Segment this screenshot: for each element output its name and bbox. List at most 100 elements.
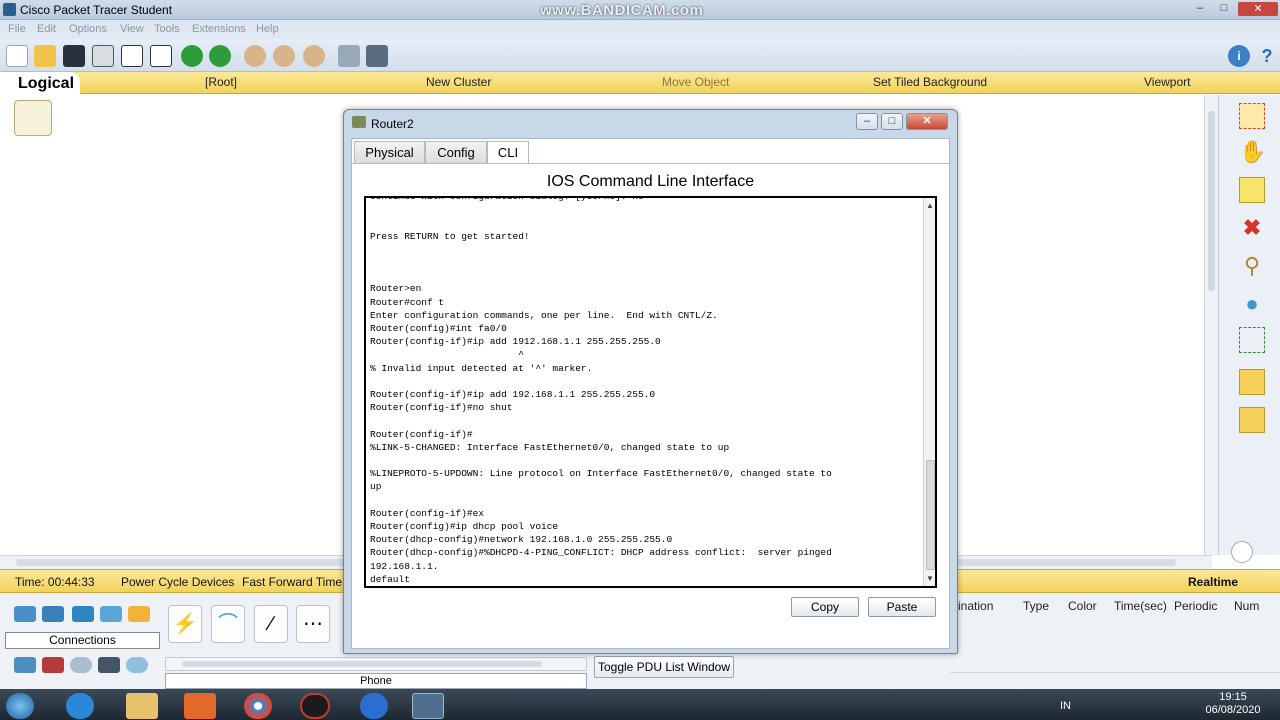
main-toolbar: i ? xyxy=(0,39,1280,72)
copy-button[interactable]: Copy xyxy=(791,597,859,617)
device-category-label: Connections xyxy=(5,632,160,649)
bandicam-icon[interactable] xyxy=(300,693,330,719)
draw-shape-icon[interactable]: ● xyxy=(1239,291,1265,317)
multiuser-connection-icon[interactable] xyxy=(126,657,148,673)
minimize-button[interactable]: – xyxy=(1188,2,1212,16)
workspace-vertical-scrollbar[interactable] xyxy=(1204,95,1218,555)
maximize-button[interactable]: □ xyxy=(1212,2,1236,16)
router-close-button[interactable]: ✕ xyxy=(906,113,948,130)
info-icon[interactable]: i xyxy=(1228,45,1250,67)
root-link[interactable]: [Root] xyxy=(205,75,237,89)
scroll-up-arrow-icon[interactable]: ▲ xyxy=(926,201,934,210)
connections-category-icon[interactable] xyxy=(128,606,150,622)
add-complex-pdu-icon[interactable] xyxy=(1239,407,1265,433)
activity-wizard-icon[interactable] xyxy=(121,45,143,67)
tab-cli[interactable]: CLI xyxy=(487,141,529,164)
tab-physical[interactable]: Physical xyxy=(354,141,425,164)
menu-view[interactable]: View xyxy=(120,23,144,35)
add-simple-pdu-icon[interactable] xyxy=(1239,369,1265,395)
close-button[interactable]: ✕ xyxy=(1238,2,1278,16)
hub-category-icon[interactable] xyxy=(72,606,94,622)
input-language[interactable]: IN xyxy=(1060,700,1071,712)
custom-made-devices-icon[interactable] xyxy=(98,657,120,673)
zoom-reset-icon[interactable] xyxy=(273,45,295,67)
straight-through-cable-icon[interactable]: ∕ xyxy=(254,605,288,643)
fast-forward-time-button[interactable]: Fast Forward Time xyxy=(242,575,342,589)
menu-file[interactable]: File xyxy=(8,23,26,35)
pdu-col-type: Type xyxy=(1023,599,1050,613)
set-tiled-background-button[interactable]: Set Tiled Background xyxy=(873,75,987,89)
hand-icon[interactable]: ✋ xyxy=(1239,139,1266,165)
menu-tools[interactable]: Tools xyxy=(154,23,180,35)
recording-watermark: www.BANDICAM.com xyxy=(540,2,704,19)
logical-tab[interactable]: Logical xyxy=(0,72,80,96)
file-explorer-icon[interactable] xyxy=(126,693,158,719)
help-icon[interactable]: ? xyxy=(1256,45,1278,67)
new-cluster-button[interactable]: New Cluster xyxy=(426,75,491,89)
copy-icon[interactable] xyxy=(150,45,172,67)
menu-help[interactable]: Help xyxy=(256,23,279,35)
note-icon[interactable] xyxy=(1239,177,1265,203)
pdu-col-time: Time(sec) xyxy=(1114,599,1167,613)
end-device-icon[interactable] xyxy=(14,657,36,673)
undo-icon[interactable] xyxy=(181,45,203,67)
pdu-list-scrollbar[interactable] xyxy=(950,672,1280,684)
switch-category-icon[interactable] xyxy=(42,606,64,622)
packet-tracer-icon xyxy=(3,3,16,16)
common-tools-bar: ✋ ✖ ⚲ ● xyxy=(1218,95,1280,563)
pdu-col-num: Num xyxy=(1234,599,1260,613)
router-minimize-button[interactable]: – xyxy=(856,113,878,130)
custom-device-icon[interactable] xyxy=(366,45,388,67)
internet-explorer-icon[interactable] xyxy=(66,693,94,719)
wireless-category-icon[interactable] xyxy=(100,606,122,622)
start-button-icon[interactable] xyxy=(6,693,34,719)
elapsed-time: Time: 00:44:33 xyxy=(15,575,95,589)
cluster-icon[interactable] xyxy=(14,100,52,136)
app-title: Cisco Packet Tracer Student xyxy=(20,3,173,17)
save-icon[interactable] xyxy=(63,45,85,67)
console-cable-icon[interactable]: ⌒ xyxy=(211,605,245,643)
menu-edit[interactable]: Edit xyxy=(37,23,56,35)
device-list-scrollbar[interactable] xyxy=(165,657,587,671)
zoom-out-icon[interactable] xyxy=(303,45,325,67)
redo-icon[interactable] xyxy=(209,45,231,67)
router-category-icon[interactable] xyxy=(14,606,36,622)
security-icon[interactable] xyxy=(42,657,64,673)
chrome-icon[interactable] xyxy=(244,693,272,719)
cli-output[interactable]: Continue with configuration dialog? [yes… xyxy=(370,198,915,586)
selected-device-label: Phone xyxy=(165,673,587,689)
crossover-cable-icon[interactable]: ⋯ xyxy=(296,605,330,643)
delete-icon[interactable]: ✖ xyxy=(1239,215,1265,241)
inspect-icon[interactable]: ⚲ xyxy=(1239,253,1265,279)
open-icon[interactable] xyxy=(34,45,56,67)
wan-emulation-icon[interactable] xyxy=(70,657,92,673)
print-icon[interactable] xyxy=(92,45,114,67)
realtime-mode-label[interactable]: Realtime xyxy=(1188,575,1238,589)
scroll-down-arrow-icon[interactable]: ▼ xyxy=(926,574,934,583)
chrome-alt-icon[interactable] xyxy=(360,693,388,719)
zoom-in-icon[interactable] xyxy=(244,45,266,67)
select-icon[interactable] xyxy=(1239,103,1265,129)
power-cycle-devices-button[interactable]: Power Cycle Devices xyxy=(121,575,234,589)
realtime-clock-icon[interactable] xyxy=(1231,541,1253,563)
resize-shape-icon[interactable] xyxy=(1239,327,1265,353)
move-object-button[interactable]: Move Object xyxy=(662,75,729,89)
palette-icon[interactable] xyxy=(338,45,360,67)
system-clock[interactable]: 19:15 06/08/2020 xyxy=(1198,691,1268,717)
tab-divider xyxy=(352,163,949,164)
tab-config[interactable]: Config xyxy=(425,141,487,164)
cli-scrollbar[interactable]: ▲ ▼ xyxy=(923,198,935,586)
router2-title-bar[interactable]: Router2 – □ ✕ xyxy=(344,110,957,136)
packet-tracer-taskbar-icon[interactable] xyxy=(412,693,444,719)
viewport-button[interactable]: Viewport xyxy=(1144,75,1190,89)
menu-extensions[interactable]: Extensions xyxy=(192,23,246,35)
menu-options[interactable]: Options xyxy=(69,23,107,35)
automatic-connection-icon[interactable]: ⚡ xyxy=(168,605,202,643)
cli-console[interactable]: Continue with configuration dialog? [yes… xyxy=(364,196,937,588)
media-player-icon[interactable] xyxy=(184,693,216,719)
toggle-pdu-list-button[interactable]: Toggle PDU List Window xyxy=(594,656,734,678)
workspace-bar: [Root] New Cluster Move Object Set Tiled… xyxy=(0,72,1280,94)
new-icon[interactable] xyxy=(6,45,28,67)
paste-button[interactable]: Paste xyxy=(868,597,936,617)
router-maximize-button[interactable]: □ xyxy=(881,113,903,130)
